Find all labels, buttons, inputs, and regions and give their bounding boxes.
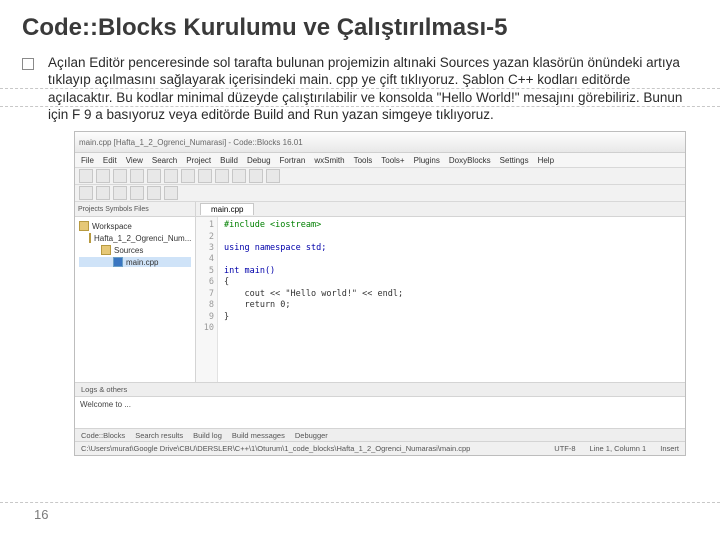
status-mode: Insert: [660, 444, 679, 453]
status-cursor: Line 1, Column 1: [590, 444, 647, 453]
folder-icon: [101, 245, 111, 255]
menu-item[interactable]: Plugins: [414, 156, 440, 165]
menu-item[interactable]: Help: [538, 156, 554, 165]
bottom-tab[interactable]: Search results: [135, 431, 183, 440]
toolbar-button[interactable]: [266, 169, 280, 183]
menu-item[interactable]: Tools+: [381, 156, 404, 165]
folder-icon: [89, 233, 91, 243]
status-encoding: UTF-8: [554, 444, 575, 453]
toolbar-button[interactable]: [164, 186, 178, 200]
toolbar-button[interactable]: [249, 169, 263, 183]
line-gutter: 1 2 3 4 5 6 7 8 9 10: [196, 217, 218, 382]
side-panel: Projects Symbols Files Workspace Hafta_1…: [75, 202, 196, 382]
editor-pane: main.cpp 1 2 3 4 5 6 7 8 9 10: [196, 202, 685, 382]
ide-screenshot: main.cpp [Hafta_1_2_Ogrenci_Numarasi] - …: [74, 131, 686, 456]
toolbar-button[interactable]: [130, 169, 144, 183]
tree-sources[interactable]: Sources: [79, 245, 191, 255]
menubar: File Edit View Search Project Build Debu…: [75, 153, 685, 168]
bottom-panel: Logs & others Welcome to ... Code::Block…: [75, 382, 685, 441]
bottom-tab[interactable]: Debugger: [295, 431, 328, 440]
menu-item[interactable]: Settings: [500, 156, 529, 165]
toolbar-button[interactable]: [96, 169, 110, 183]
menu-item[interactable]: Search: [152, 156, 177, 165]
tree-project[interactable]: Hafta_1_2_Ogrenci_Num...: [79, 233, 191, 243]
toolbar-button[interactable]: [113, 186, 127, 200]
toolbar-button[interactable]: [215, 169, 229, 183]
toolbar-button[interactable]: [164, 169, 178, 183]
menu-item[interactable]: Build: [220, 156, 238, 165]
bottom-tab[interactable]: Build messages: [232, 431, 285, 440]
toolbar-button[interactable]: [96, 186, 110, 200]
menu-item[interactable]: DoxyBlocks: [449, 156, 491, 165]
editor-tab-main[interactable]: main.cpp: [200, 203, 254, 215]
menu-item[interactable]: Edit: [103, 156, 117, 165]
toolbar-button[interactable]: [130, 186, 144, 200]
bottom-tab[interactable]: Code::Blocks: [81, 431, 125, 440]
menu-item[interactable]: Fortran: [280, 156, 306, 165]
toolbar-button[interactable]: [147, 169, 161, 183]
toolbar-button[interactable]: [79, 169, 93, 183]
toolbar-button[interactable]: [113, 169, 127, 183]
bottom-tabs: Code::Blocks Search results Build log Bu…: [75, 428, 685, 441]
project-tree: Workspace Hafta_1_2_Ogrenci_Num... Sourc…: [75, 217, 195, 273]
status-path: C:\Users\murat\Google Drive\CBU\DERSLER\…: [81, 444, 470, 453]
menu-item[interactable]: Tools: [354, 156, 373, 165]
page-number: 16: [34, 507, 48, 522]
editor-tabs: main.cpp: [196, 202, 685, 217]
toolbar-button[interactable]: [147, 186, 161, 200]
window-title: main.cpp [Hafta_1_2_Ogrenci_Numarasi] - …: [79, 138, 303, 147]
folder-icon: [79, 221, 89, 231]
side-tabs[interactable]: Projects Symbols Files: [75, 202, 195, 217]
toolbar-button[interactable]: [181, 169, 195, 183]
logs-body: Welcome to ...: [75, 397, 685, 428]
logs-header[interactable]: Logs & others: [75, 383, 685, 397]
toolbar: [75, 168, 685, 185]
file-icon: [113, 257, 123, 267]
tree-workspace[interactable]: Workspace: [79, 221, 191, 231]
bullet-icon: [22, 58, 34, 70]
code-area[interactable]: #include <iostream> using namespace std;…: [218, 217, 685, 382]
menu-item[interactable]: Project: [186, 156, 211, 165]
menu-item[interactable]: wxSmith: [314, 156, 344, 165]
toolbar-button[interactable]: [198, 169, 212, 183]
toolbar-button[interactable]: [232, 169, 246, 183]
menu-item[interactable]: View: [126, 156, 143, 165]
bottom-tab[interactable]: Build log: [193, 431, 222, 440]
toolbar-row-2: [75, 185, 685, 202]
menu-item[interactable]: File: [81, 156, 94, 165]
slide-title: Code::Blocks Kurulumu ve Çalıştırılması-…: [22, 14, 698, 42]
menu-item[interactable]: Debug: [247, 156, 271, 165]
window-titlebar: main.cpp [Hafta_1_2_Ogrenci_Numarasi] - …: [75, 132, 685, 153]
status-bar: C:\Users\murat\Google Drive\CBU\DERSLER\…: [75, 441, 685, 455]
toolbar-button[interactable]: [79, 186, 93, 200]
tree-main-cpp[interactable]: main.cpp: [79, 257, 191, 267]
